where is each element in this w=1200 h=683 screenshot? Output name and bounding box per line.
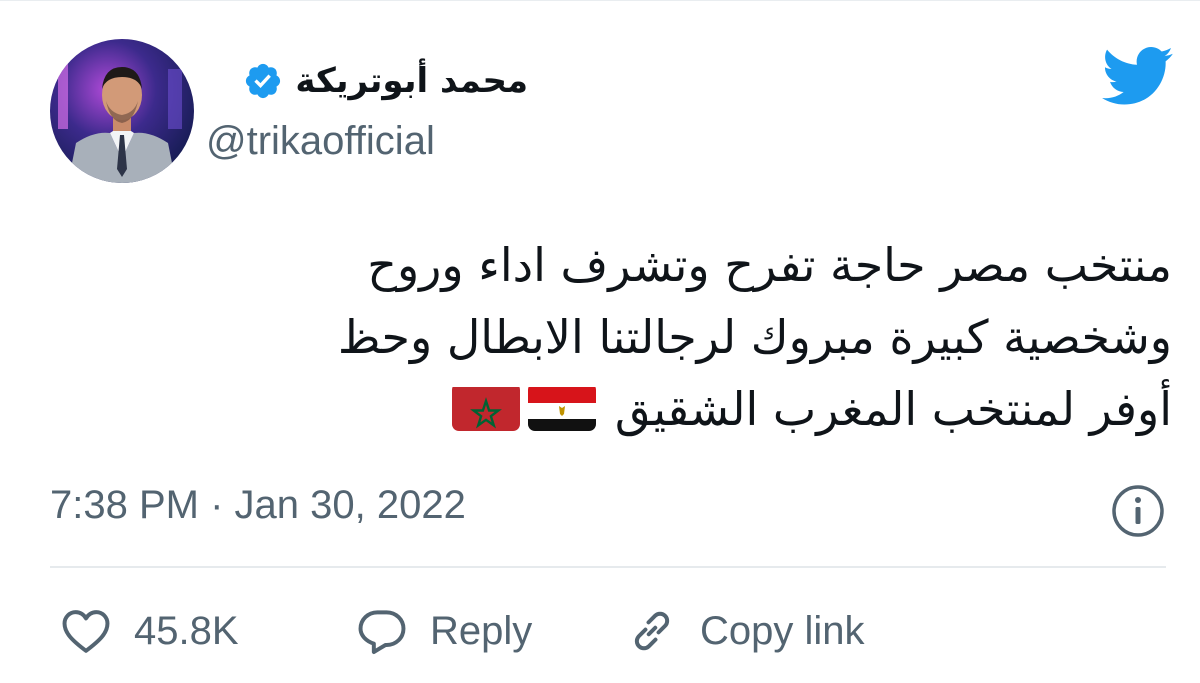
info-icon[interactable]	[1110, 483, 1166, 539]
link-icon	[634, 611, 670, 651]
tweet-card: محمد أبوتريكة @trikaofficial منتخب مصر ح…	[0, 0, 1200, 683]
avatar[interactable]	[50, 39, 194, 183]
tweet-text: منتخب مصر حاجة تفرح وتشرف اداء وروح وشخص…	[32, 229, 1172, 445]
twitter-bird-icon[interactable]	[1102, 45, 1174, 105]
tweet-text-line-2: وشخصية كبيرة مبروك لرجالتنا الابطال وحظ	[337, 310, 1172, 364]
like-button[interactable]: 45.8K	[58, 599, 239, 663]
copy-link-button[interactable]: Copy link	[624, 599, 865, 663]
reply-button[interactable]: Reply	[354, 599, 532, 663]
tweet-text-line-3-text: أوفر لمنتخب المغرب الشقيق	[614, 382, 1172, 436]
copy-link-label: Copy link	[700, 608, 865, 653]
divider	[50, 566, 1166, 568]
avatar-image	[50, 39, 194, 183]
verified-badge-icon	[246, 63, 281, 99]
tweet-time: 7:38 PM	[50, 483, 199, 527]
morocco-flag-icon	[452, 383, 521, 431]
meta-separator: ·	[210, 483, 224, 527]
tweet-date: Jan 30, 2022	[234, 483, 466, 527]
reply-label: Reply	[430, 608, 533, 653]
tweet-text-line-1: منتخب مصر حاجة تفرح وتشرف اداء وروح	[367, 238, 1172, 292]
display-name-row[interactable]: محمد أبوتريكة	[243, 57, 528, 105]
egypt-flag-icon	[528, 383, 597, 431]
user-handle[interactable]: @trikaofficial	[206, 119, 435, 164]
tweet-text-line-3: أوفر لمنتخب المغرب الشقيق	[32, 373, 1172, 445]
heart-icon	[62, 610, 110, 653]
speech-bubble-icon	[358, 610, 406, 654]
tweet-timestamp[interactable]: 7:38 PM · Jan 30, 2022	[50, 483, 466, 528]
like-count: 45.8K	[134, 608, 239, 653]
display-name: محمد أبوتريكة	[295, 61, 528, 101]
